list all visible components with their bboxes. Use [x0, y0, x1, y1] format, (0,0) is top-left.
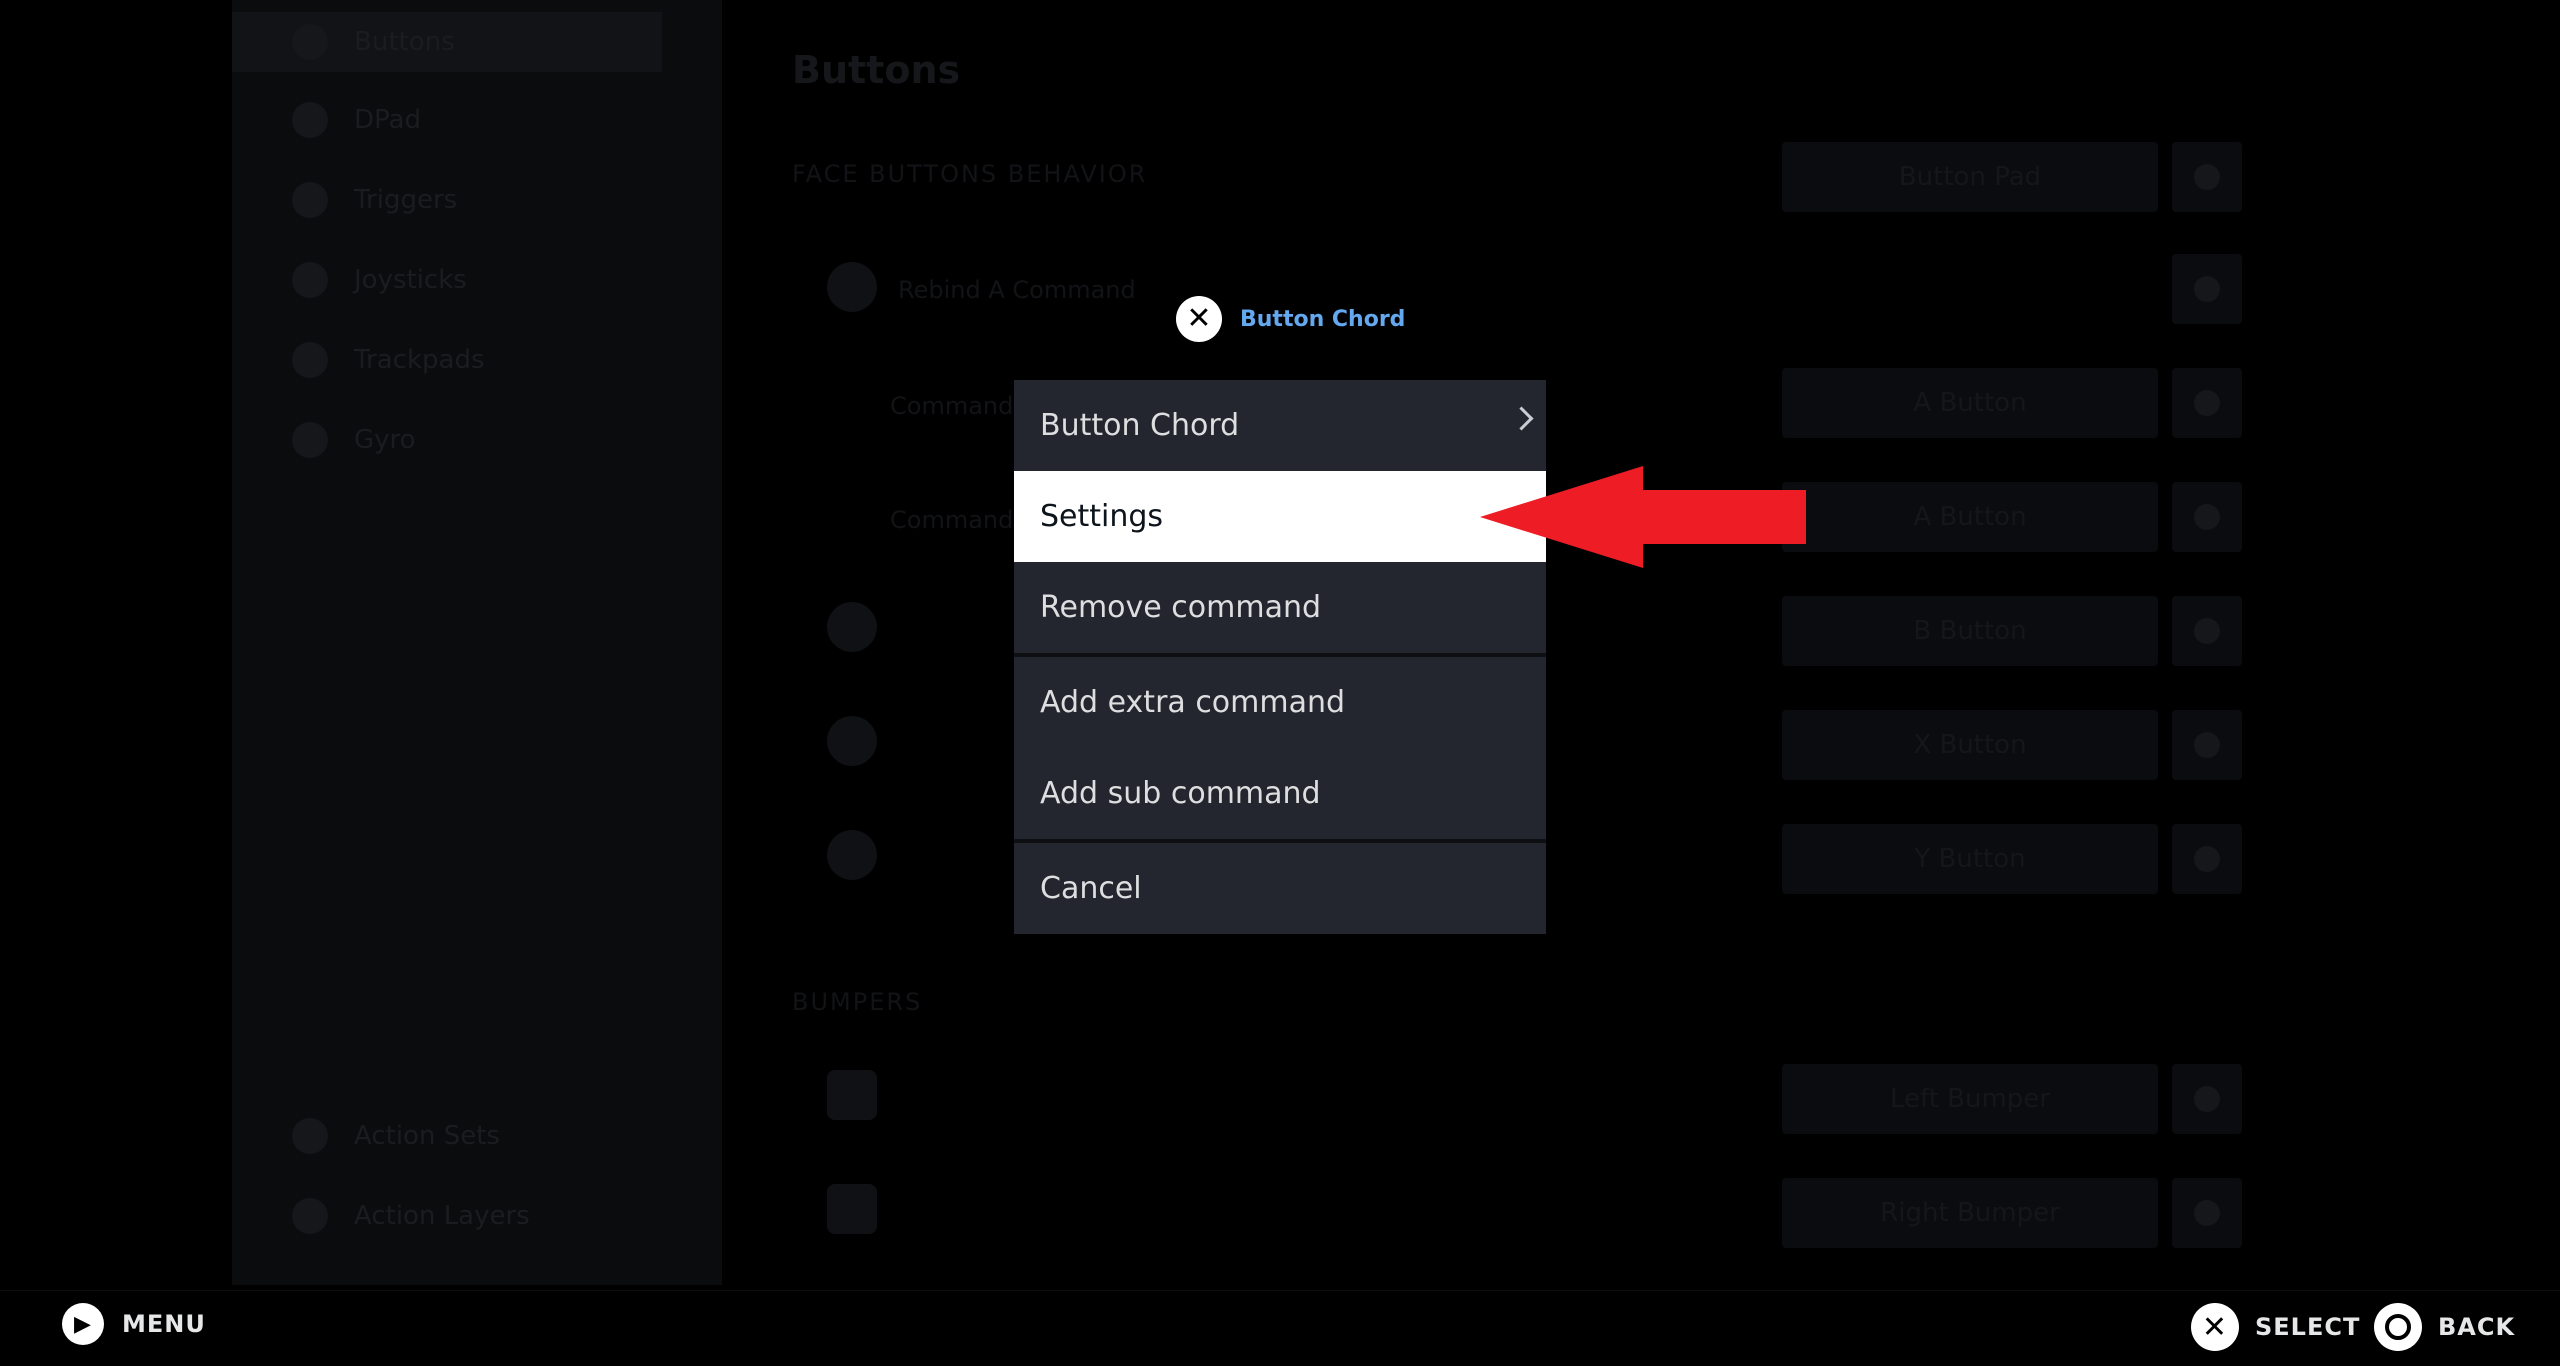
gear-icon[interactable] — [2172, 596, 2242, 666]
sidebar-item-action-sets[interactable]: Action Sets — [292, 1106, 500, 1166]
back-hint[interactable]: BACK — [2374, 1303, 2515, 1351]
sidebar-item-label: Joysticks — [354, 265, 467, 295]
cross-button-icon: ✕ — [2191, 1303, 2239, 1351]
bumper-glyph-icon — [827, 1184, 877, 1234]
dpad-icon — [292, 102, 328, 138]
section-face-buttons: FACE BUTTONS BEHAVIOR — [792, 160, 1148, 188]
command-binding-field[interactable]: Y Button — [1782, 824, 2158, 894]
menu-item-label: Settings — [1040, 499, 1164, 534]
back-hint-label: BACK — [2438, 1313, 2516, 1341]
page-title: Buttons — [792, 48, 961, 92]
sidebar-item-action-layers[interactable]: Action Layers — [292, 1186, 530, 1246]
button-glyph-icon — [827, 716, 877, 766]
menu-item-add-extra-command[interactable]: Add extra command — [1014, 657, 1546, 748]
menu-item-cancel[interactable]: Cancel — [1014, 843, 1546, 934]
context-menu-header: ✕ Button Chord — [1176, 296, 1405, 342]
button-glyph-icon — [827, 602, 877, 652]
row-label: Command — [890, 392, 1014, 420]
gear-icon[interactable] — [2172, 482, 2242, 552]
playstation-icon: ▶ — [62, 1303, 104, 1345]
gear-icon[interactable] — [2172, 1064, 2242, 1134]
gear-icon[interactable] — [2172, 824, 2242, 894]
command-binding-field[interactable]: X Button — [1782, 710, 2158, 780]
red-arrow-annotation — [1480, 466, 1806, 568]
sidebar-item-triggers[interactable]: Triggers — [292, 170, 457, 230]
menu-item-label: Cancel — [1040, 871, 1142, 906]
joystick-icon — [292, 262, 328, 298]
sidebar: Buttons DPad Triggers Joysticks Trackpad… — [232, 0, 722, 1285]
sidebar-item-buttons[interactable]: Buttons — [232, 12, 662, 72]
gear-icon[interactable] — [2172, 142, 2242, 212]
gyro-icon — [292, 422, 328, 458]
menu-item-label: Add extra command — [1040, 685, 1346, 720]
context-menu: Button Chord Settings Remove command Add… — [1014, 380, 1546, 934]
command-binding-field[interactable]: B Button — [1782, 596, 2158, 666]
button-glyph-icon — [827, 262, 877, 312]
sidebar-item-joysticks[interactable]: Joysticks — [292, 250, 467, 310]
row-label: Rebind A Command — [898, 276, 1136, 304]
menu-item-label: Remove command — [1040, 590, 1322, 625]
row-label: Command — [890, 506, 1014, 534]
trigger-icon — [292, 182, 328, 218]
menu-item-button-chord[interactable]: Button Chord — [1014, 380, 1546, 471]
bumper-glyph-icon — [827, 1070, 877, 1120]
menu-item-add-sub-command[interactable]: Add sub command — [1014, 748, 1546, 839]
menu-item-label: Add sub command — [1040, 776, 1321, 811]
layers-icon — [292, 1118, 328, 1154]
sidebar-item-trackpads[interactable]: Trackpads — [292, 330, 485, 390]
trackpad-icon — [292, 342, 328, 378]
menu-item-settings[interactable]: Settings — [1014, 471, 1546, 562]
select-hint-label: SELECT — [2255, 1313, 2361, 1341]
command-binding-field[interactable]: Right Bumper — [1782, 1178, 2158, 1248]
circle-button-icon — [2374, 1303, 2422, 1351]
context-menu-title: Button Chord — [1240, 306, 1406, 332]
sidebar-item-label: Action Sets — [354, 1121, 500, 1151]
command-binding-field[interactable]: A Button — [1782, 368, 2158, 438]
sidebar-item-label: Gyro — [354, 425, 416, 455]
command-binding-field[interactable]: A Button — [1782, 482, 2158, 552]
menu-item-label: Button Chord — [1040, 408, 1240, 443]
cross-button-icon: ✕ — [1176, 296, 1222, 342]
sidebar-item-label: Action Layers — [354, 1201, 530, 1231]
footer-bar — [0, 1290, 2560, 1366]
gear-icon[interactable] — [2172, 368, 2242, 438]
button-glyph-icon — [827, 830, 877, 880]
menu-hint-label: MENU — [122, 1310, 206, 1338]
section-bumpers: BUMPERS — [792, 988, 923, 1016]
sidebar-item-gyro[interactable]: Gyro — [292, 410, 416, 470]
sidebar-item-label: Trackpads — [354, 345, 485, 375]
main-panel: Buttons FACE BUTTONS BEHAVIOR Button Pad… — [722, 0, 2560, 1285]
menu-item-remove-command[interactable]: Remove command — [1014, 562, 1546, 653]
gear-icon[interactable] — [2172, 254, 2242, 324]
chevron-right-icon — [1509, 406, 1534, 431]
sidebar-item-label: DPad — [354, 105, 421, 135]
layers-icon — [292, 1198, 328, 1234]
menu-hint[interactable]: ▶ MENU — [62, 1303, 206, 1345]
sidebar-item-label: Triggers — [354, 185, 458, 215]
select-hint[interactable]: ✕ SELECT — [2191, 1303, 2360, 1351]
arrow-icon — [1480, 466, 1806, 568]
command-binding-field[interactable]: Left Bumper — [1782, 1064, 2158, 1134]
gear-icon[interactable] — [2172, 1178, 2242, 1248]
sidebar-item-dpad[interactable]: DPad — [292, 90, 421, 150]
sidebar-item-label: Buttons — [354, 27, 455, 57]
face-behavior-dropdown[interactable]: Button Pad — [1782, 142, 2158, 212]
gear-icon[interactable] — [2172, 710, 2242, 780]
gamepad-icon — [292, 24, 328, 60]
